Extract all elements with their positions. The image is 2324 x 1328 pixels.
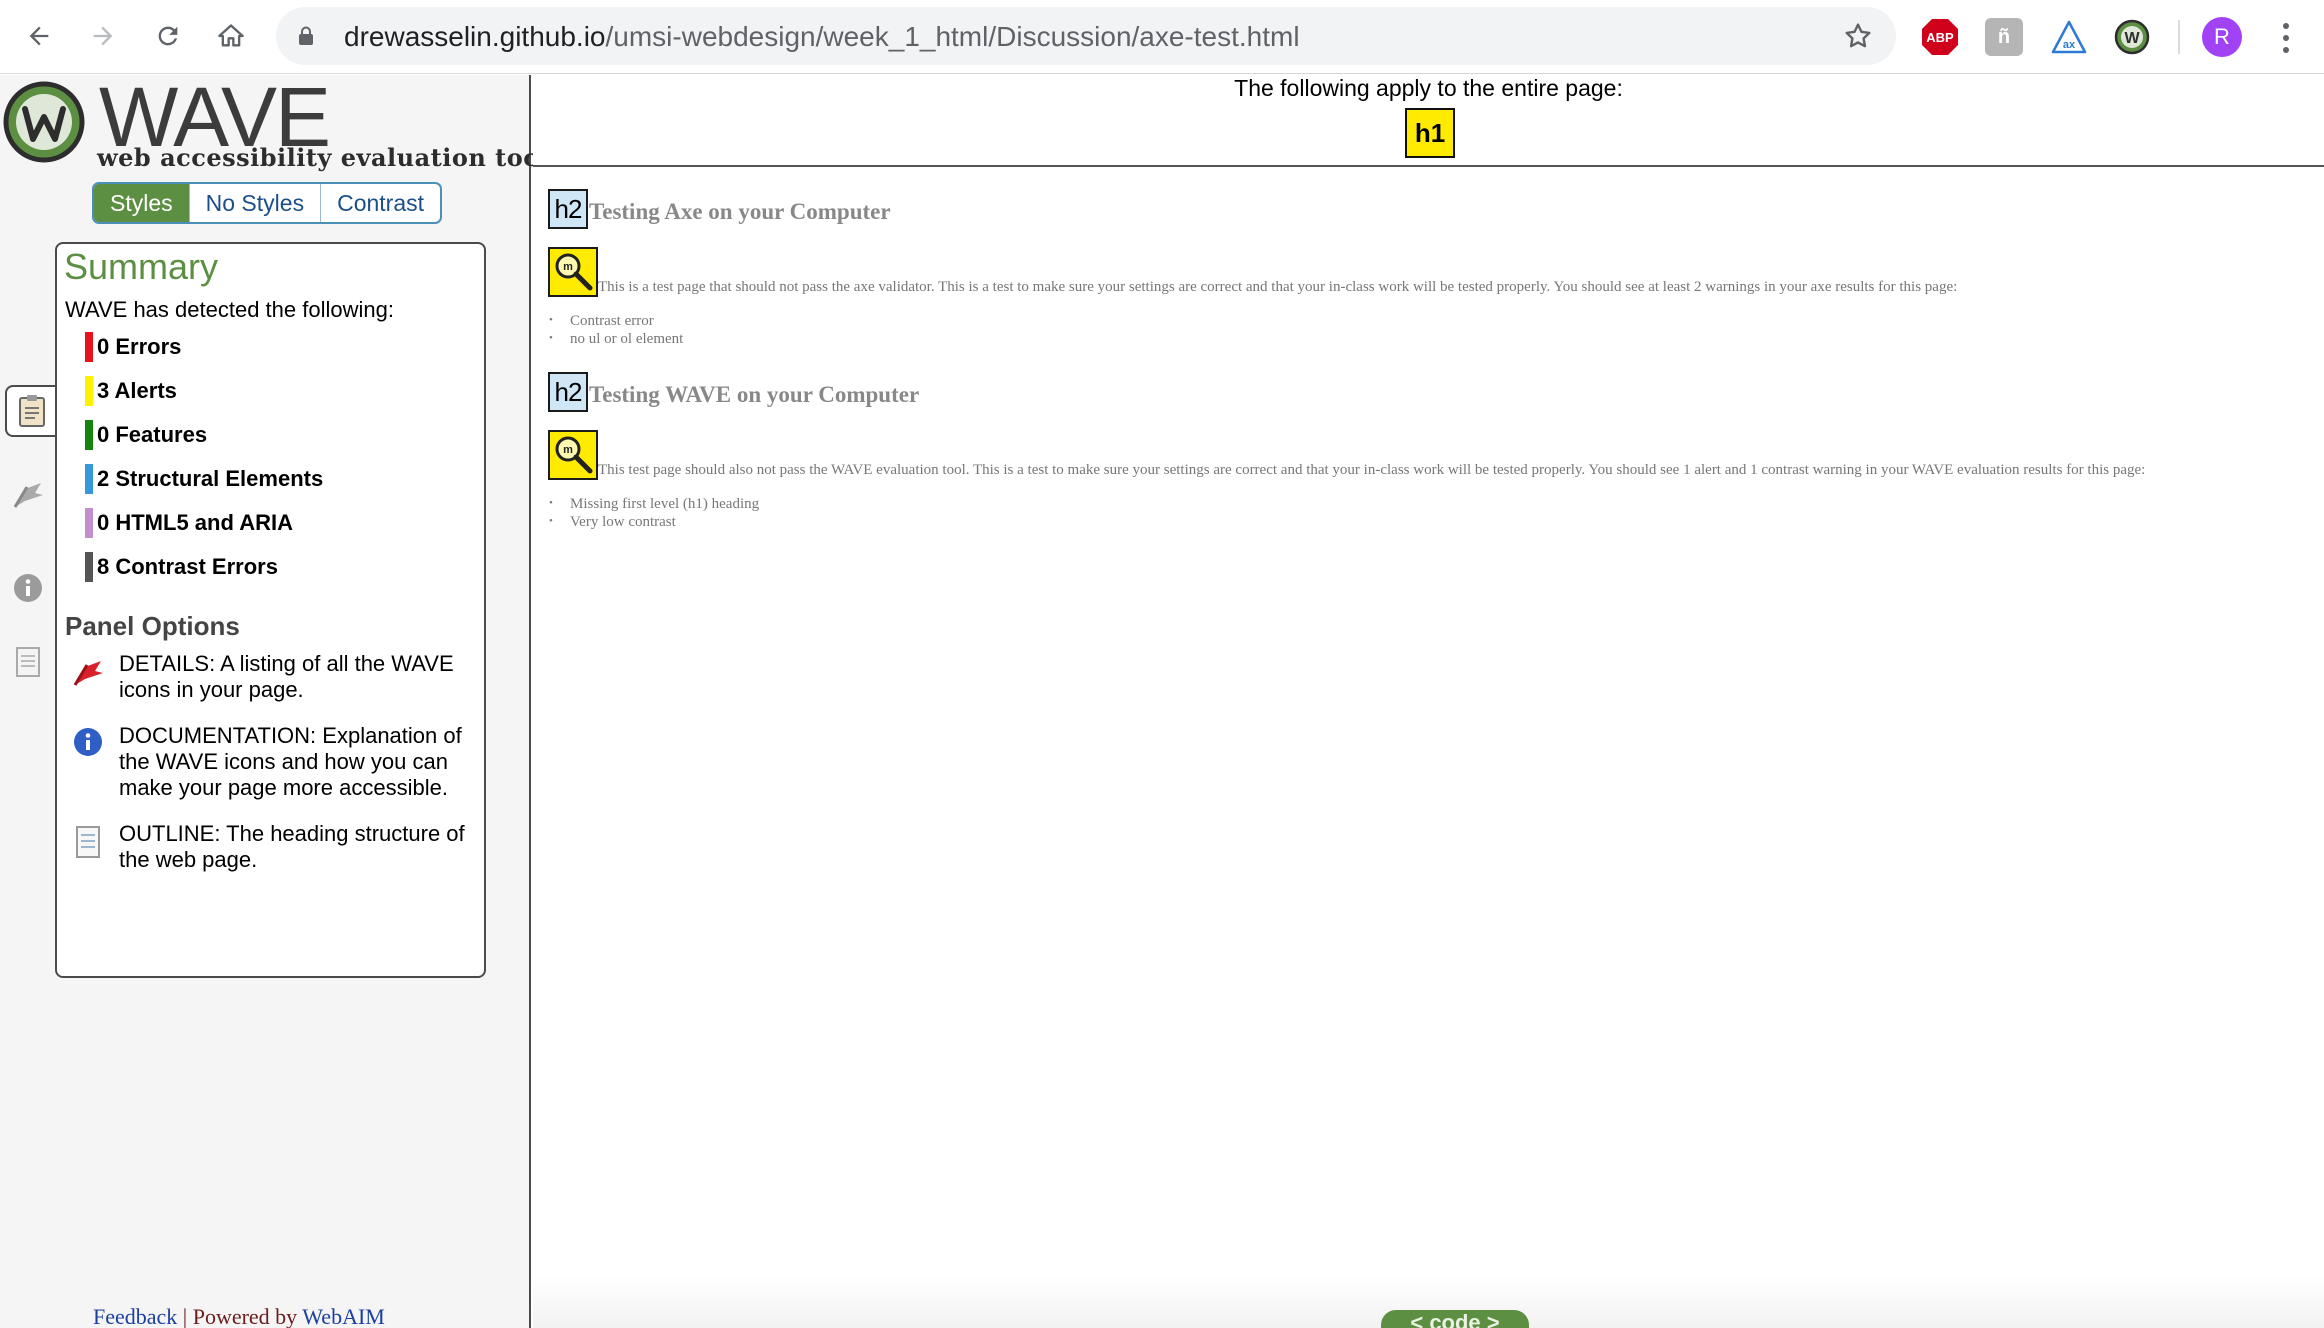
- option-details[interactable]: DETAILS: A listing of all the WAVE icons…: [71, 651, 471, 703]
- errors-color-bar: [85, 332, 93, 362]
- list-item: no ul or ol element: [549, 331, 683, 348]
- styles-tab[interactable]: Styles: [94, 184, 190, 222]
- summary-panel-tab[interactable]: [5, 385, 57, 437]
- stat-contrast-errors[interactable]: 8 Contrast Errors: [85, 552, 278, 582]
- summary-heading: Summary: [64, 246, 219, 287]
- info-icon: [74, 728, 102, 756]
- section-heading: Testing Axe on your Computer: [589, 199, 891, 224]
- list-item: Missing first level (h1) heading: [549, 496, 759, 513]
- stat-label: 0 Features: [97, 422, 208, 447]
- profile-avatar[interactable]: R: [2202, 17, 2242, 57]
- gray-extension-label: ñ: [1997, 25, 2011, 48]
- back-button[interactable]: [16, 13, 62, 59]
- panel-options-heading: Panel Options: [65, 611, 240, 641]
- flag-icon: [73, 661, 103, 686]
- stat-label: 2 Structural Elements: [97, 466, 324, 491]
- stat-structural-elements[interactable]: 2 Structural Elements: [85, 464, 323, 494]
- stat-errors[interactable]: 0 Errors: [85, 332, 181, 362]
- adblock-extension-icon[interactable]: ABP: [1921, 18, 1959, 56]
- wave-extension-icon[interactable]: W: [2113, 18, 2151, 56]
- back-arrow-icon: [29, 26, 49, 46]
- reload-button[interactable]: [145, 13, 191, 59]
- svg-text:m: m: [563, 261, 573, 273]
- reload-icon: [158, 26, 178, 46]
- lock-icon: [299, 26, 313, 45]
- section-paragraph: This test page should also not pass the …: [598, 462, 2146, 478]
- webaim-link[interactable]: WebAIM: [302, 1304, 385, 1328]
- forward-arrow-icon: [93, 26, 113, 46]
- wave-logo-icon: [3, 81, 85, 163]
- wave-sidebar: WAVE web accessibility evaluation tool S…: [0, 75, 549, 1328]
- alert-icon[interactable]: m: [548, 430, 598, 480]
- apply-entire-page-text: The following apply to the entire page:: [1234, 75, 1623, 101]
- stat-features[interactable]: 0 Features: [85, 420, 207, 450]
- browser-toolbar: drewasselin.github.io/umsi-webdesign/wee…: [0, 0, 2324, 74]
- flag-icon: [13, 483, 43, 508]
- outline-panel-tab[interactable]: [6, 640, 50, 684]
- alerts-color-bar: [85, 376, 93, 406]
- contrast-color-bar: [85, 552, 93, 582]
- option-documentation-text: DOCUMENTATION: Explanation of the WAVE i…: [119, 723, 462, 800]
- option-outline-text: OUTLINE: The heading structure of the we…: [119, 821, 465, 872]
- footer-separator: |: [182, 1304, 188, 1328]
- detected-text: WAVE has detected the following:: [65, 297, 394, 322]
- page-level-icons: The following apply to the entire page: …: [533, 75, 2324, 167]
- svg-text:ax: ax: [2063, 39, 2076, 51]
- alert-icon[interactable]: m: [548, 247, 598, 297]
- stat-alerts[interactable]: 3 Alerts: [85, 376, 177, 406]
- sidebar-footer: Feedback | Powered by WebAIM: [93, 1304, 385, 1328]
- toolbar-divider: [2178, 20, 2180, 54]
- details-panel-tab[interactable]: [6, 472, 50, 516]
- h1-badge-icon[interactable]: h1: [1405, 108, 1455, 158]
- contrast-tab[interactable]: Contrast: [321, 184, 440, 222]
- browser-menu-icon[interactable]: [2274, 20, 2298, 56]
- outline-icon: [16, 647, 40, 677]
- info-icon: [14, 574, 42, 602]
- powered-by-text: Powered by: [192, 1304, 298, 1328]
- address-bar[interactable]: drewasselin.github.io/umsi-webdesign/wee…: [276, 7, 1896, 65]
- features-color-bar: [85, 420, 93, 450]
- summary-panel: Summary WAVE has detected the following:…: [55, 242, 486, 978]
- url-text: drewasselin.github.io/umsi-webdesign/wee…: [344, 21, 1300, 53]
- svg-text:m: m: [563, 444, 573, 456]
- axe-extension-icon[interactable]: ax: [2050, 18, 2088, 56]
- feedback-link[interactable]: Feedback: [93, 1304, 177, 1328]
- section-paragraph: This is a test page that should not pass…: [598, 279, 1958, 295]
- stat-label: 8 Contrast Errors: [97, 554, 278, 579]
- wave-logo-subtitle: web accessibility evaluation tool: [97, 143, 550, 172]
- documentation-panel-tab[interactable]: [6, 566, 50, 610]
- forward-button[interactable]: [80, 13, 126, 59]
- section-heading: Testing WAVE on your Computer: [589, 382, 920, 407]
- list-item: Contrast error: [549, 313, 654, 330]
- h2-badge-icon[interactable]: h2: [548, 372, 588, 412]
- bookmark-star-icon[interactable]: [1842, 20, 1874, 52]
- stat-html5-aria[interactable]: 0 HTML5 and ARIA: [85, 508, 293, 538]
- option-outline[interactable]: OUTLINE: The heading structure of the we…: [71, 821, 471, 873]
- url-host: drewasselin.github.io: [344, 21, 606, 52]
- home-button[interactable]: [208, 13, 254, 59]
- h2-badge-icon[interactable]: h2: [548, 189, 588, 229]
- outline-icon: [76, 826, 100, 858]
- code-toggle-button[interactable]: < code >: [1381, 1310, 1529, 1328]
- option-details-text: DETAILS: A listing of all the WAVE icons…: [119, 651, 454, 702]
- no-styles-tab[interactable]: No Styles: [190, 184, 322, 222]
- wave-extension-label: W: [2124, 30, 2140, 47]
- url-path: /umsi-webdesign/week_1_html/Discussion/a…: [605, 21, 1300, 52]
- stat-label: 3 Alerts: [97, 378, 177, 403]
- structural-color-bar: [85, 464, 93, 494]
- aria-color-bar: [85, 508, 93, 538]
- abp-label: ABP: [1926, 30, 1954, 45]
- stat-label: 0 Errors: [97, 334, 182, 359]
- list-item: Very low contrast: [549, 514, 676, 531]
- home-icon: [218, 24, 244, 47]
- view-mode-tabs: Styles No Styles Contrast: [92, 182, 443, 224]
- clipboard-icon: [19, 395, 45, 427]
- evaluated-page: The following apply to the entire page: …: [533, 75, 2324, 1328]
- gray-extension-icon[interactable]: ñ: [1985, 18, 2023, 56]
- stat-label: 0 HTML5 and ARIA: [97, 510, 293, 535]
- option-documentation[interactable]: DOCUMENTATION: Explanation of the WAVE i…: [71, 723, 471, 801]
